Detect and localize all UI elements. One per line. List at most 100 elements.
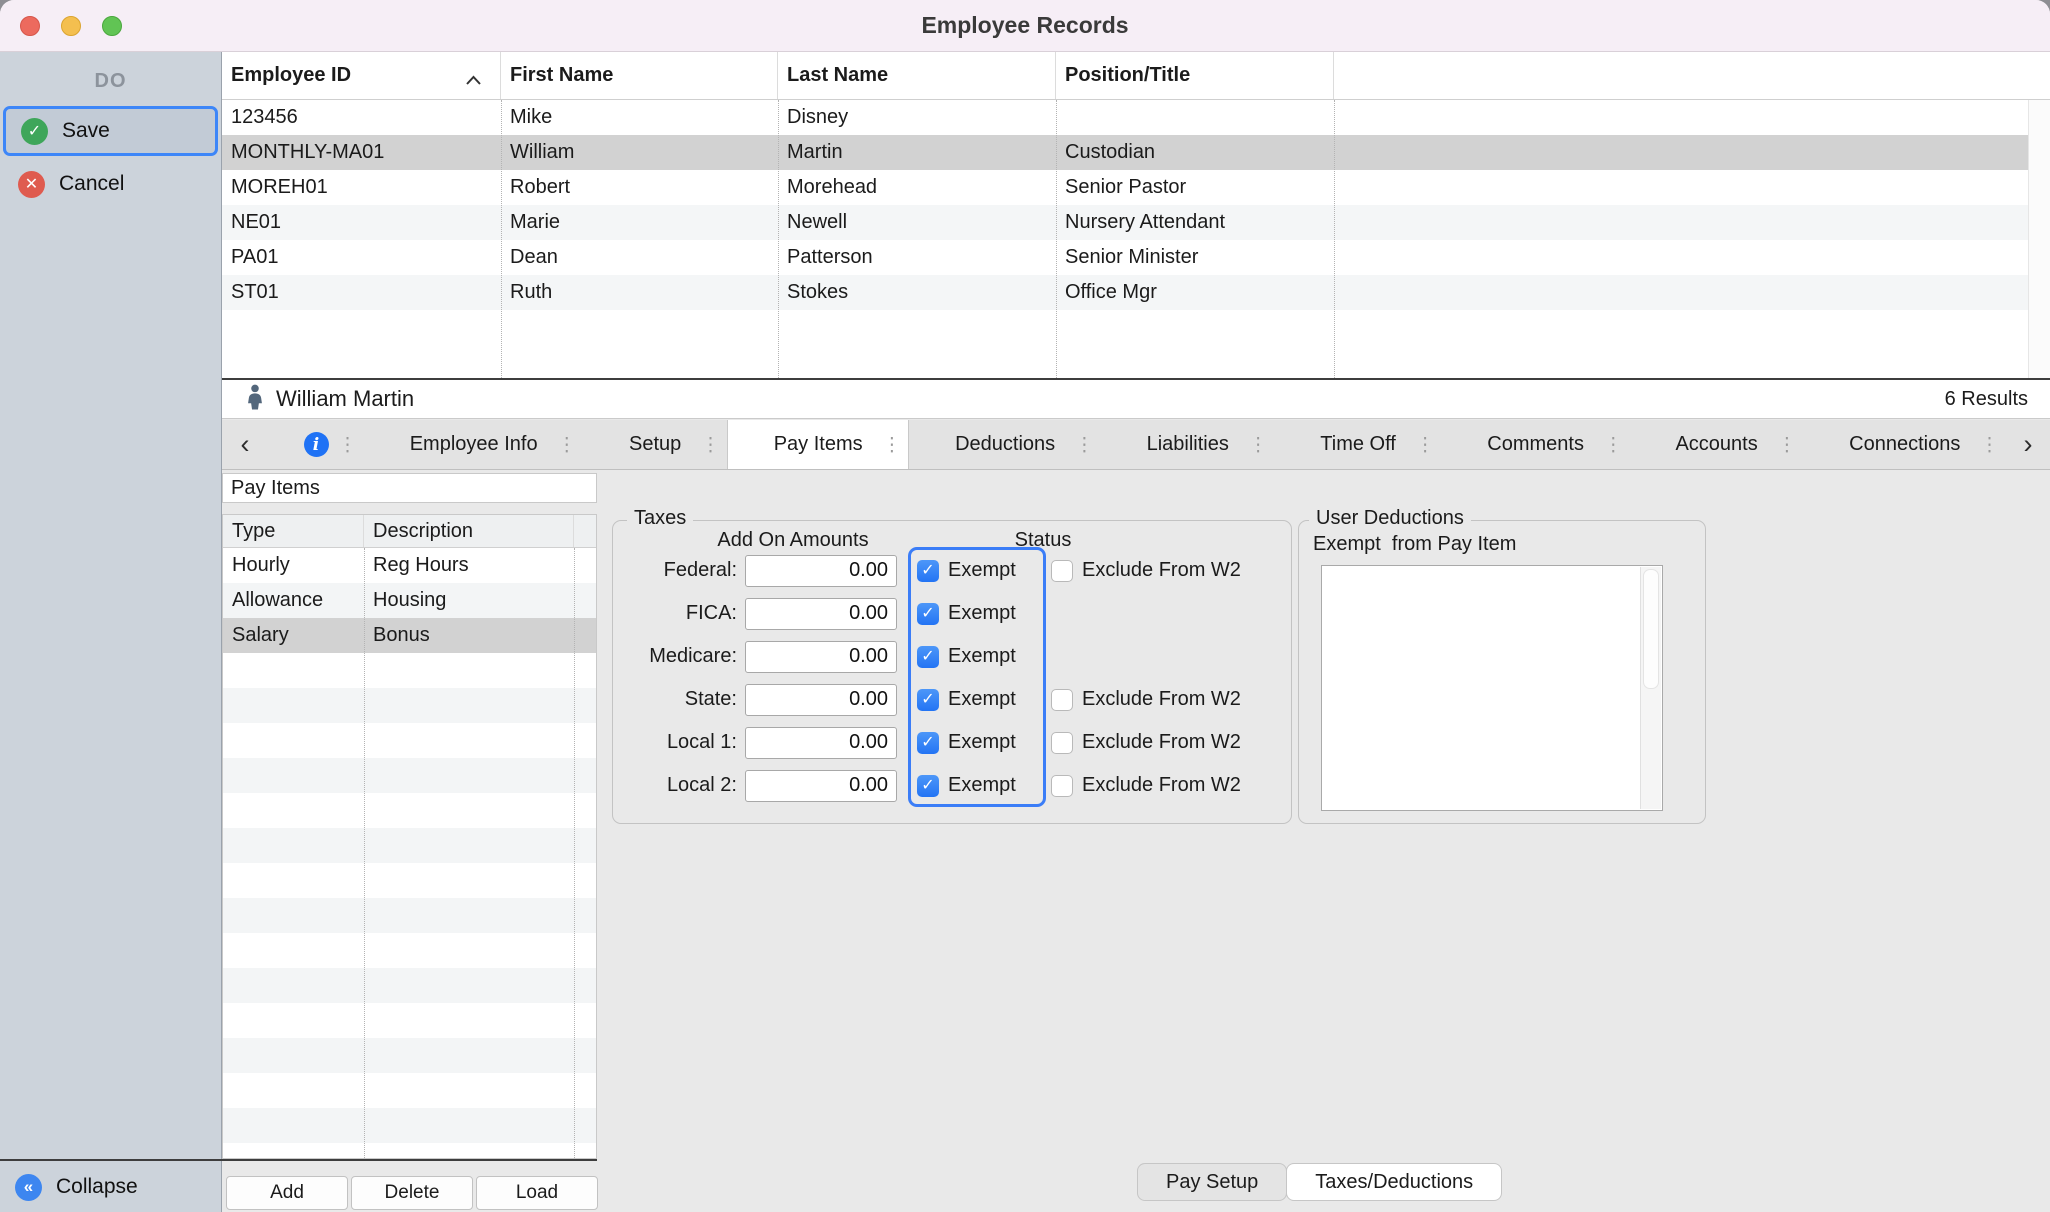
sort-ascending-icon	[465, 69, 482, 92]
info-tab[interactable]: i ⋮	[268, 420, 364, 469]
employee-rows: 123456 Mike Disney MONTHLY-MA01 William …	[222, 100, 2050, 310]
table-row[interactable]: MONTHLY-MA01 William Martin Custodian	[222, 135, 2050, 170]
exclude-w2-label: Exclude From W2	[1082, 559, 1241, 582]
cell-employee-id: 123456	[222, 100, 501, 135]
exempt-from-pay-item-label: Exempt from Pay Item	[1313, 533, 1516, 556]
do-sidebar: DO ✓ Save ✕ Cancel « Collapse	[0, 52, 222, 1212]
detail-tab[interactable]: Comments ⋮	[1442, 420, 1630, 469]
detail-tab[interactable]: Connections ⋮	[1803, 420, 2006, 469]
detail-tab[interactable]: Time Off ⋮	[1275, 420, 1442, 469]
exclude-w2-checkbox[interactable]	[1051, 689, 1073, 711]
employee-list-scrollbar[interactable]	[2028, 100, 2050, 378]
pay-items-action-button[interactable]: Delete	[351, 1176, 473, 1210]
exclude-w2-checkbox[interactable]	[1051, 560, 1073, 582]
list-item[interactable]: Salary Bonus	[223, 618, 596, 653]
collapse-icon: «	[15, 1174, 42, 1201]
record-header: William Martin 6 Results	[222, 380, 2050, 419]
cell-description: Bonus	[364, 618, 574, 653]
user-deductions-group: User Deductions Exempt from Pay Item	[1298, 520, 1706, 824]
pay-items-table: Type Description Hourly Reg Hours Allowa…	[222, 514, 597, 1159]
cell-last-name: Patterson	[778, 240, 1056, 275]
add-on-amount-input[interactable]	[745, 641, 897, 673]
grip-icon: ⋮	[557, 433, 576, 456]
detail-tabbar: ‹ i ⋮ Employee Info ⋮ Setup ⋮ Pay Items …	[222, 420, 2050, 470]
list-item[interactable]: Hourly Reg Hours	[223, 548, 596, 583]
exempt-checkbox[interactable]	[917, 603, 939, 625]
tax-row: Local 2: Exempt Exclude From W2	[623, 764, 1281, 807]
exempt-checkbox[interactable]	[917, 775, 939, 797]
exempt-checkbox[interactable]	[917, 646, 939, 668]
detail-tab[interactable]: Pay Items ⋮	[727, 420, 909, 469]
detail-tab[interactable]: Setup ⋮	[583, 420, 727, 469]
zoom-window-button[interactable]	[102, 16, 122, 36]
cell-employee-id: MOREH01	[222, 170, 501, 205]
exempt-cell: Exempt	[917, 602, 1037, 625]
cell-first-name: Mike	[501, 100, 778, 135]
results-count: 6 Results	[1945, 388, 2050, 411]
cell-last-name: Morehead	[778, 170, 1056, 205]
collapse-button[interactable]: « Collapse	[0, 1162, 221, 1212]
exempt-cell: Exempt	[917, 731, 1037, 754]
tabs-scroll-left-button[interactable]: ‹	[222, 420, 268, 469]
add-on-amount-input[interactable]	[745, 684, 897, 716]
grip-icon: ⋮	[1416, 433, 1435, 456]
column-header-employee-id[interactable]: Employee ID	[222, 52, 501, 99]
table-row[interactable]: 123456 Mike Disney	[222, 100, 2050, 135]
pay-items-action-button[interactable]: Add	[226, 1176, 348, 1210]
cell-position: Custodian	[1056, 135, 1334, 170]
column-header-description[interactable]: Description	[364, 515, 574, 547]
detail-tab[interactable]: Accounts ⋮	[1630, 420, 1804, 469]
save-label: Save	[62, 119, 110, 143]
table-row[interactable]: NE01 Marie Newell Nursery Attendant	[222, 205, 2050, 240]
pay-items-action-button[interactable]: Load	[476, 1176, 598, 1210]
cell-position: Senior Minister	[1056, 240, 1334, 275]
column-header-type[interactable]: Type	[223, 515, 364, 547]
scrollbar-thumb[interactable]	[1643, 569, 1659, 689]
pay-items-body: Hourly Reg Hours Allowance Housing Salar…	[223, 548, 596, 1158]
cell-empty	[1334, 100, 2050, 135]
table-row[interactable]: ST01 Ruth Stokes Office Mgr	[222, 275, 2050, 310]
detail-tab[interactable]: Deductions ⋮	[909, 420, 1101, 469]
cell-type: Allowance	[223, 583, 364, 618]
cell-last-name: Newell	[778, 205, 1056, 240]
detail-tab[interactable]: Employee Info ⋮	[364, 420, 583, 469]
pay-items-buttons: Add Delete Load	[226, 1176, 598, 1210]
close-window-button[interactable]	[20, 16, 40, 36]
user-deductions-listbox[interactable]	[1321, 565, 1663, 811]
exempt-label: Exempt	[948, 688, 1016, 711]
sidebar-footer: « Collapse	[0, 1162, 221, 1212]
column-header-position[interactable]: Position/Title	[1056, 52, 1334, 99]
list-item[interactable]: Allowance Housing	[223, 583, 596, 618]
exclude-w2-checkbox[interactable]	[1051, 775, 1073, 797]
exempt-checkbox[interactable]	[917, 560, 939, 582]
employee-list: Employee ID First Name Last Name Positio…	[222, 52, 2050, 378]
cell-empty	[1334, 240, 2050, 275]
table-row[interactable]: MOREH01 Robert Morehead Senior Pastor	[222, 170, 2050, 205]
exclude-w2-checkbox[interactable]	[1051, 732, 1073, 754]
column-header-last-name[interactable]: Last Name	[778, 52, 1056, 99]
tax-row: FICA: Exempt Exclude From W2	[623, 592, 1281, 635]
bottom-tab[interactable]: Pay Setup	[1137, 1163, 1287, 1201]
add-on-amount-input[interactable]	[745, 555, 897, 587]
cancel-button[interactable]: ✕ Cancel	[3, 159, 218, 209]
add-on-amount-input[interactable]	[745, 727, 897, 759]
add-on-amount-input[interactable]	[745, 770, 897, 802]
bottom-tab[interactable]: Taxes/Deductions	[1286, 1163, 1502, 1201]
exclude-w2-cell: Exclude From W2	[1051, 688, 1281, 711]
table-row[interactable]: PA01 Dean Patterson Senior Minister	[222, 240, 2050, 275]
tax-name-label: Medicare:	[623, 645, 737, 668]
detail-tab[interactable]: Liabilities ⋮	[1101, 420, 1275, 469]
column-header-first-name[interactable]: First Name	[501, 52, 778, 99]
cell-first-name: Ruth	[501, 275, 778, 310]
listbox-scrollbar[interactable]	[1640, 567, 1661, 809]
minimize-window-button[interactable]	[61, 16, 81, 36]
cancel-x-icon: ✕	[18, 171, 45, 198]
tab-label: Connections	[1849, 433, 1960, 456]
save-button[interactable]: ✓ Save	[3, 106, 218, 156]
exempt-checkbox[interactable]	[917, 732, 939, 754]
record-name: William Martin	[276, 386, 414, 412]
tabs-scroll-right-button[interactable]: ›	[2006, 420, 2050, 469]
tab-label: Liabilities	[1147, 433, 1229, 456]
add-on-amount-input[interactable]	[745, 598, 897, 630]
exempt-checkbox[interactable]	[917, 689, 939, 711]
